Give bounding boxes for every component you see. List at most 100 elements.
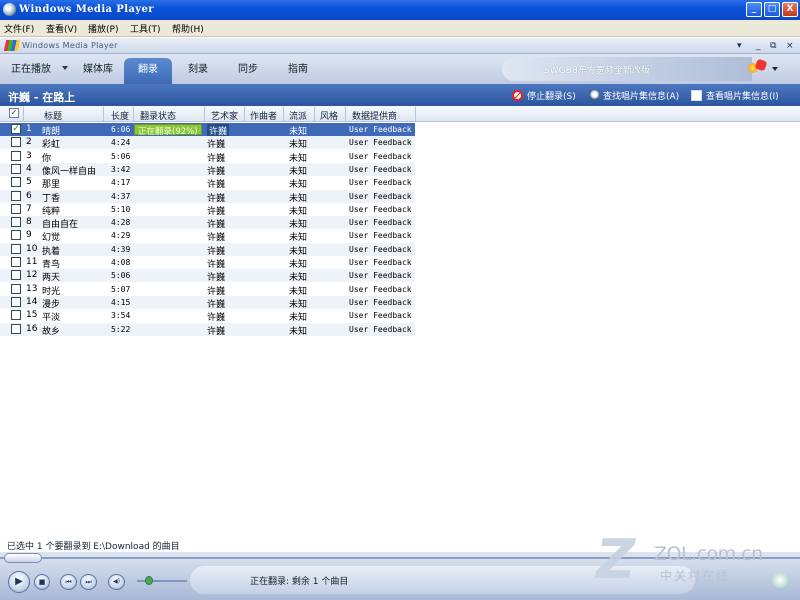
collapse-icon[interactable]: ▾ xyxy=(737,41,742,51)
table-row[interactable]: 3 你 5:06 许巍 未知 User Feedback xyxy=(0,150,415,164)
menu-view[interactable]: 查看(V) xyxy=(46,22,77,35)
tab-now-playing[interactable]: 正在播放 xyxy=(6,58,56,84)
track-artist: 许巍 xyxy=(207,260,226,270)
col-title[interactable]: 标题 xyxy=(44,109,62,122)
play-button[interactable]: ▶ xyxy=(8,571,30,593)
col-length[interactable]: 长度 xyxy=(111,109,129,122)
online-store-icon[interactable] xyxy=(748,58,778,78)
track-number: 9 xyxy=(26,230,32,241)
inner-close-icon[interactable]: × xyxy=(786,41,794,51)
table-row[interactable]: 4 像风一样自由 3:42 许巍 未知 User Feedback xyxy=(0,162,415,177)
title-bar[interactable]: Windows Media Player _ □ X xyxy=(0,0,800,20)
tab-library[interactable]: 媒体库 xyxy=(74,58,122,84)
promo-banner[interactable]: SWGBB东方宽频全新改版 xyxy=(502,57,752,81)
table-header: ✓ 标题 长度 翻录状态 艺术家 作曲者 流派 风格 数据提供商 xyxy=(0,106,800,122)
track-checkbox[interactable] xyxy=(11,217,21,228)
track-number: 11 xyxy=(26,257,38,267)
track-checkbox[interactable] xyxy=(11,243,21,254)
wmp-inner-title: Windows Media Player xyxy=(22,41,118,50)
menu-file[interactable]: 文件(F) xyxy=(4,22,34,35)
zol-logo-icon: Z xyxy=(596,528,636,591)
track-checkbox[interactable] xyxy=(11,283,21,294)
table-row[interactable]: ✓ 1 晴朗 6:06 正在翻录(92%) 许巍 未知 User Feedback xyxy=(0,123,415,137)
maximize-button[interactable]: □ xyxy=(764,2,780,17)
track-checkbox[interactable] xyxy=(11,270,21,281)
tab-burn[interactable]: 刻录 xyxy=(176,58,220,84)
menu-tools[interactable]: 工具(T) xyxy=(130,22,161,35)
stop-button[interactable]: ■ xyxy=(34,574,50,590)
col-style[interactable]: 风格 xyxy=(320,109,338,122)
table-row[interactable]: 13 时光 5:07 许巍 未知 User Feedback xyxy=(0,283,415,297)
chevron-down-icon[interactable] xyxy=(62,66,68,70)
track-checkbox[interactable] xyxy=(11,230,21,241)
track-checkbox[interactable] xyxy=(11,323,21,334)
track-checkbox[interactable] xyxy=(11,296,21,307)
col-genre[interactable]: 流派 xyxy=(289,109,307,122)
col-composer[interactable]: 作曲者 xyxy=(250,109,277,122)
select-all-checkbox[interactable]: ✓ xyxy=(9,108,19,118)
table-row[interactable]: 16 故乡 5:22 许巍 未知 User Feedback xyxy=(0,322,415,337)
previous-button[interactable]: ⏮ xyxy=(60,574,77,590)
track-length: 5:10 xyxy=(111,204,131,214)
menu-help[interactable]: 帮助(H) xyxy=(172,22,204,35)
close-button[interactable]: X xyxy=(782,2,798,17)
volume-thumb[interactable] xyxy=(145,576,153,585)
table-row[interactable]: 2 彩虹 4:24 许巍 未知 User Feedback xyxy=(0,136,415,151)
track-checkbox[interactable]: ✓ xyxy=(11,124,21,134)
track-number: 3 xyxy=(26,150,32,161)
track-checkbox[interactable] xyxy=(11,257,21,267)
track-length: 4:29 xyxy=(111,231,131,241)
track-checkbox[interactable] xyxy=(11,150,21,161)
track-length: 4:15 xyxy=(111,297,131,307)
table-row[interactable]: 6 丁香 4:37 许巍 未知 User Feedback xyxy=(0,189,415,204)
stop-rip-button[interactable]: 停止翻录(S) xyxy=(512,89,576,102)
col-rip-status[interactable]: 翻录状态 xyxy=(140,109,176,122)
track-checkbox[interactable] xyxy=(11,190,21,201)
track-genre: 未知 xyxy=(289,299,308,310)
table-row[interactable]: 12 两天 5:06 许巍 未知 User Feedback xyxy=(0,269,415,283)
track-length: 4:24 xyxy=(111,138,131,148)
seek-thumb[interactable] xyxy=(4,553,42,563)
view-album-info-label: 查看唱片集信息(I) xyxy=(706,92,779,102)
track-checkbox[interactable] xyxy=(11,203,21,214)
find-album-info-button[interactable]: 查找唱片集信息(A) xyxy=(588,89,679,102)
track-checkbox[interactable] xyxy=(11,163,21,174)
zol-watermark: Z ZOL.com.cn 中关村在线 xyxy=(596,533,796,589)
table-row[interactable]: 10 执着 4:39 许巍 未知 User Feedback xyxy=(0,242,415,257)
table-row[interactable]: 9 幻觉 4:29 许巍 未知 User Feedback xyxy=(0,229,415,244)
compact-mode-icon[interactable] xyxy=(772,572,788,588)
track-title: 你 xyxy=(42,153,52,164)
tab-rip[interactable]: 翻录 xyxy=(124,58,172,84)
track-title: 青鸟 xyxy=(42,260,61,270)
tab-sync[interactable]: 同步 xyxy=(224,58,272,84)
tab-guide[interactable]: 指南 xyxy=(276,58,320,84)
track-checkbox[interactable] xyxy=(11,310,21,321)
col-provider[interactable]: 数据提供商 xyxy=(352,109,397,122)
col-artist[interactable]: 艺术家 xyxy=(211,109,238,122)
track-artist: 许巍 xyxy=(207,124,230,137)
volume-slider[interactable] xyxy=(137,576,187,585)
track-length: 3:42 xyxy=(111,164,131,174)
track-provider: User Feedback xyxy=(349,297,412,307)
table-row[interactable]: 5 那里 4:17 许巍 未知 User Feedback xyxy=(0,176,415,190)
windows-logo-icon xyxy=(3,40,21,51)
track-provider: User Feedback xyxy=(349,151,412,161)
table-row[interactable]: 8 自由自在 4:28 许巍 未知 User Feedback xyxy=(0,216,415,230)
mute-button[interactable]: ◀) xyxy=(108,574,125,590)
track-provider: User Feedback xyxy=(349,204,412,214)
inner-minimize-icon[interactable]: _ xyxy=(756,41,761,51)
track-genre: 未知 xyxy=(289,140,308,151)
table-row[interactable]: 7 纯粹 5:10 许巍 未知 User Feedback xyxy=(0,203,415,217)
track-checkbox[interactable] xyxy=(11,177,21,188)
table-row[interactable]: 14 漫步 4:15 许巍 未知 User Feedback xyxy=(0,295,415,310)
restore-icon[interactable]: ⧉ xyxy=(770,41,776,51)
track-number: 6 xyxy=(26,190,32,201)
track-title: 幻觉 xyxy=(42,233,61,244)
minimize-button[interactable]: _ xyxy=(746,2,762,17)
table-row[interactable]: 11 青鸟 4:08 许巍 未知 User Feedback xyxy=(0,256,415,270)
view-album-info-button[interactable]: 查看唱片集信息(I) xyxy=(691,89,779,102)
menu-play[interactable]: 播放(P) xyxy=(88,22,118,35)
track-checkbox[interactable] xyxy=(11,137,21,148)
table-row[interactable]: 15 平淡 3:54 许巍 未知 User Feedback xyxy=(0,309,415,323)
next-button[interactable]: ⏭ xyxy=(80,574,97,590)
